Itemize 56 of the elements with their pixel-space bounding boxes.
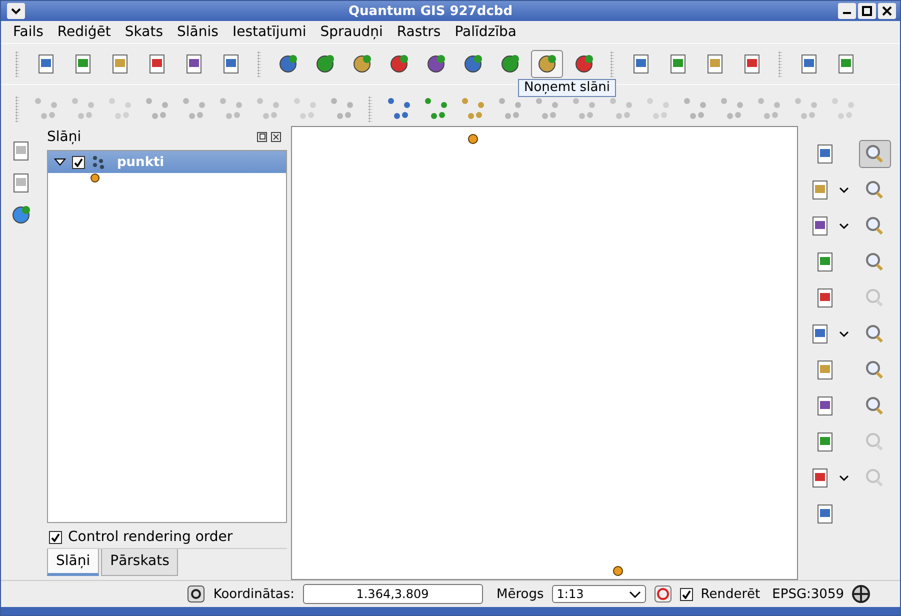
checkbox-label: Control rendering order — [68, 529, 233, 545]
layer-checkbox[interactable] — [72, 156, 85, 168]
expand-arrow-icon[interactable] — [54, 157, 66, 167]
globe-icon — [10, 204, 32, 226]
menu-item[interactable]: Fails — [7, 24, 50, 40]
maximize-button[interactable] — [858, 3, 876, 19]
point-symbol-icon — [90, 173, 100, 183]
close-button[interactable] — [878, 3, 896, 19]
minimize-button[interactable] — [838, 3, 856, 19]
maximize-icon — [862, 6, 872, 16]
menu-item[interactable]: Iestatījumi — [226, 24, 312, 40]
shape-icon — [572, 97, 594, 119]
close-icon[interactable] — [271, 132, 281, 142]
shape-icon — [646, 97, 668, 119]
float-icon[interactable] — [257, 132, 267, 142]
coordinates-field[interactable]: 1.364,3.809 — [302, 584, 482, 604]
shape-icon — [684, 97, 706, 119]
map-point — [468, 134, 478, 144]
render-checkbox[interactable] — [680, 588, 693, 600]
map-point — [613, 566, 623, 576]
dropdown-caret-icon[interactable] — [838, 222, 848, 230]
layer-name: punkti — [117, 154, 164, 170]
menu-item[interactable]: Skats — [118, 24, 170, 40]
close-icon — [882, 6, 892, 16]
window-menu-button[interactable] — [7, 3, 25, 19]
stop-render-icon[interactable] — [654, 585, 672, 603]
dropdown-caret-icon[interactable] — [838, 474, 848, 482]
menu-item[interactable]: Spraudņi — [314, 24, 389, 40]
shape-icon — [794, 97, 816, 119]
remove-layer-button[interactable] — [530, 50, 562, 78]
shape-icon — [498, 97, 520, 119]
scale-combo[interactable]: 1:13 — [552, 585, 646, 603]
menu-item[interactable]: Rediģēt — [51, 24, 117, 40]
render-label: Renderēt — [700, 586, 760, 602]
menu-item[interactable]: Rastrs — [390, 24, 447, 40]
panel-tab[interactable]: Slāņi — [47, 549, 100, 576]
crs-label[interactable]: EPSG:3059 — [772, 586, 844, 602]
shape-icon — [462, 97, 484, 119]
rendering-order-checkbox[interactable] — [49, 530, 62, 544]
window-title: Quantum GIS 927dcbd — [347, 4, 514, 18]
dropdown-caret-icon[interactable] — [838, 330, 848, 338]
coordinates-label: Koordinātas: — [213, 586, 294, 602]
shape-icon — [610, 97, 632, 119]
tooltip: Noņemt slāni — [518, 79, 616, 97]
scale-label: Mērogs — [496, 586, 544, 602]
mouse-icon[interactable] — [187, 585, 206, 603]
shape-icon — [536, 97, 558, 119]
dropdown-caret-icon[interactable] — [838, 186, 848, 194]
panel-title: Slāņi — [47, 129, 82, 145]
shape-icon — [758, 97, 780, 119]
panel-tab[interactable]: Pārskats — [101, 549, 178, 576]
menu-item[interactable]: Palīdzība — [448, 24, 522, 40]
pan-button[interactable] — [859, 140, 891, 168]
menu-item[interactable]: Slānis — [171, 24, 224, 40]
projection-icon[interactable] — [852, 585, 870, 603]
chevron-icon — [11, 7, 21, 15]
